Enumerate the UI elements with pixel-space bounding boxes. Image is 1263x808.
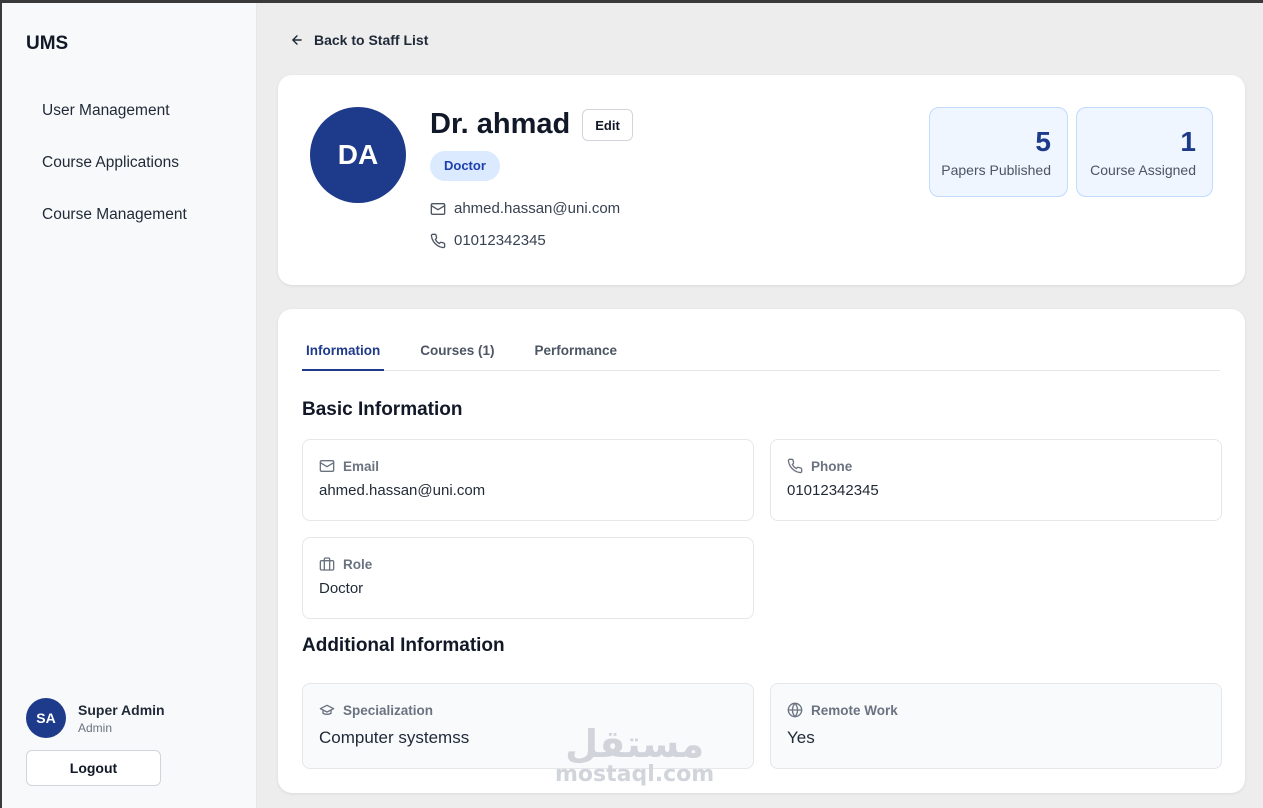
phone-label-text: Phone (811, 458, 853, 474)
email-value: ahmed.hassan@uni.com (319, 482, 486, 499)
additional-information-heading: Additional Information (302, 635, 505, 656)
phone-field: Phone 01012342345 (770, 439, 1222, 521)
stat-course-assigned: 1 Course Assigned (1076, 107, 1213, 197)
specialization-label-text: Specialization (343, 702, 434, 718)
remote-work-field-label: Remote Work (787, 702, 1205, 718)
role-badge: Doctor (430, 151, 500, 181)
globe-icon (787, 702, 803, 718)
tab-information[interactable]: Information (302, 333, 385, 371)
sidebar-item-course-applications[interactable]: Course Applications (2, 147, 256, 199)
email-label-text: Email (343, 458, 380, 474)
profile-avatar: DA (310, 107, 406, 203)
user-avatar: SA (26, 698, 66, 738)
sidebar-item-user-management[interactable]: User Management (2, 95, 256, 147)
stat-papers-label: Papers Published (941, 162, 1051, 178)
profile-email-text: ahmed.hassan@uni.com (454, 200, 621, 217)
profile-phone-text: 01012342345 (454, 232, 546, 249)
graduation-cap-icon (319, 704, 335, 715)
stat-papers-value: 5 (1035, 126, 1051, 157)
phone-value: 01012342345 (787, 482, 879, 499)
phone-icon (787, 458, 803, 474)
tab-courses[interactable]: Courses (1) (416, 333, 498, 371)
logout-button[interactable]: Logout (26, 750, 161, 786)
mail-icon (430, 202, 446, 215)
user-name: Super Admin (78, 701, 165, 718)
sidebar: UMS User Management Course Applications … (2, 3, 257, 808)
user-meta: Super Admin Admin (78, 702, 165, 735)
mail-icon (319, 460, 335, 472)
watermark: مستقل mostaql.com (555, 724, 714, 787)
specialization-field-label: Specialization (319, 702, 737, 718)
role-field-label: Role (319, 556, 737, 572)
back-to-staff-list-link[interactable]: Back to Staff List (290, 32, 428, 48)
remote-work-value: Yes (787, 728, 815, 747)
stat-papers-published: 5 Papers Published (929, 107, 1068, 197)
watermark-latin: mostaql.com (555, 762, 715, 787)
profile-name: Dr. ahmad (430, 108, 571, 140)
app-brand: UMS (26, 33, 69, 54)
phone-field-label: Phone (787, 458, 1205, 474)
role-label-text: Role (343, 556, 373, 572)
role-value: Doctor (319, 580, 364, 597)
arrow-left-icon (292, 35, 302, 45)
email-field: Email ahmed.hassan@uni.com (302, 439, 754, 521)
email-field-label: Email (319, 458, 737, 474)
profile-card: DA Dr. ahmad Edit Doctor ahmed.hassan@un… (278, 75, 1245, 285)
user-role: Admin (78, 720, 113, 735)
role-field: Role Doctor (302, 537, 754, 619)
sidebar-nav: User Management Course Applications Cour… (2, 95, 256, 251)
edit-profile-button[interactable]: Edit (582, 109, 633, 141)
sidebar-item-course-management[interactable]: Course Management (2, 199, 256, 251)
current-user: SA Super Admin Admin (26, 698, 165, 738)
stat-courses-value: 1 (1180, 126, 1196, 157)
briefcase-icon (319, 557, 335, 571)
basic-information-heading: Basic Information (302, 399, 463, 420)
phone-icon (430, 233, 446, 248)
back-link-label: Back to Staff List (314, 32, 429, 48)
remote-work-field: Remote Work Yes (770, 683, 1222, 769)
details-card: Information Courses (1) Performance Basi… (278, 309, 1245, 793)
tab-bar: Information Courses (1) Performance (302, 333, 1220, 371)
profile-email: ahmed.hassan@uni.com (430, 200, 620, 217)
watermark-arabic: مستقل (565, 722, 705, 766)
stat-courses-label: Course Assigned (1090, 162, 1196, 178)
profile-phone: 01012342345 (430, 232, 546, 249)
remote-work-label-text: Remote Work (811, 702, 898, 718)
tab-performance[interactable]: Performance (531, 333, 622, 371)
